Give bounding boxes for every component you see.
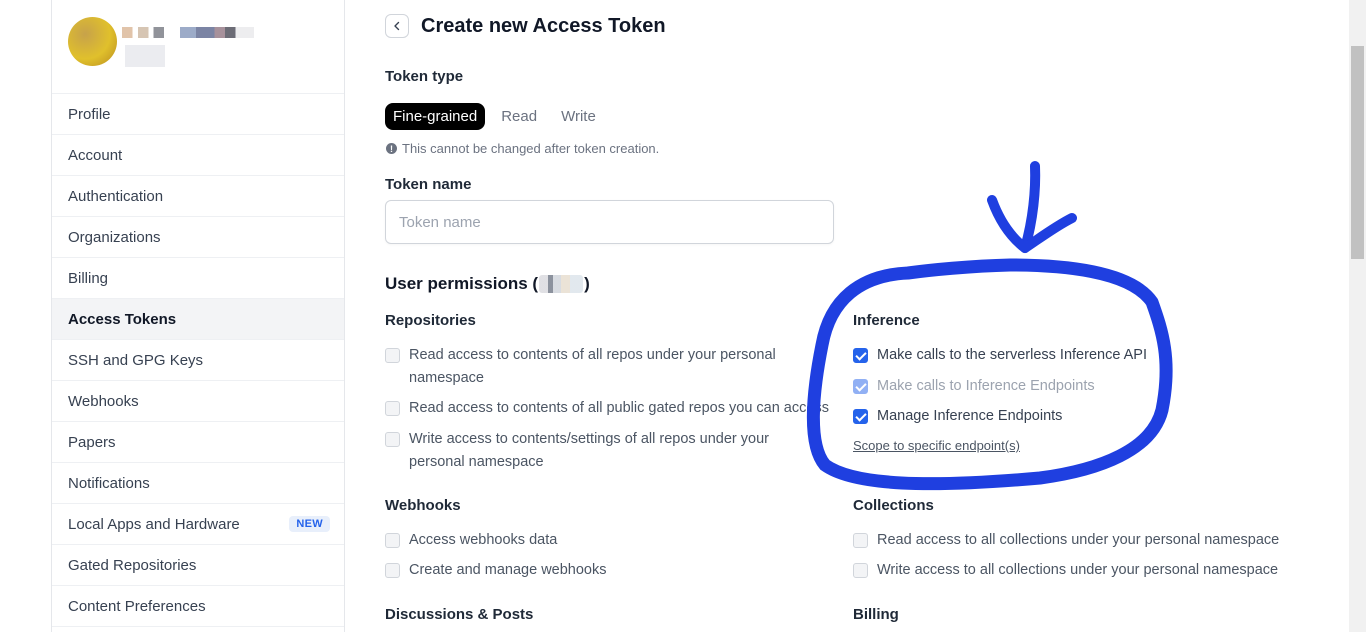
checkbox-label: Create and manage webhooks	[409, 562, 607, 578]
sidebar-item-label: Webhooks	[68, 392, 139, 410]
sidebar-item-label: SSH and GPG Keys	[68, 351, 204, 369]
perm-repo-gated-read: Read access to contents of all public ga…	[385, 397, 829, 420]
sidebar-item-account[interactable]: Account	[52, 135, 344, 176]
sidebar-item-local-apps[interactable]: Local Apps and Hardware NEW	[52, 504, 344, 545]
perm-webhooks-manage: Create and manage webhooks	[385, 559, 607, 582]
sidebar-item-billing[interactable]: Billing	[52, 258, 344, 299]
checkbox-label: Read access to contents of all repos und…	[409, 347, 776, 386]
sidebar-item-label: Gated Repositories	[68, 556, 197, 574]
webhooks-title: Webhooks	[385, 497, 461, 514]
checkbox-label: Make calls to the serverless Inference A…	[877, 347, 1147, 363]
scope-endpoints-link[interactable]: Scope to specific endpoint(s)	[853, 438, 1020, 453]
checkbox[interactable]	[853, 533, 868, 548]
tab-write[interactable]: Write	[553, 103, 604, 130]
perm-inference-serverless: Make calls to the serverless Inference A…	[853, 344, 1147, 367]
discussions-title: Discussions & Posts	[385, 606, 534, 623]
sidebar-item-label: Authentication	[68, 187, 164, 205]
sidebar-item-gated-repositories[interactable]: Gated Repositories	[52, 545, 344, 586]
avatar[interactable]	[68, 17, 117, 66]
sidebar-item-label: Access Tokens	[68, 310, 177, 328]
sidebar-item-label: Content Preferences	[68, 597, 206, 615]
checkbox[interactable]	[385, 533, 400, 548]
sidebar-item-label: Account	[68, 146, 123, 164]
checkbox[interactable]	[853, 409, 868, 424]
billing-title: Billing	[853, 606, 899, 623]
perm-collections-write: Write access to all collections under yo…	[853, 559, 1278, 582]
checkbox-label: Read access to all collections under you…	[877, 532, 1280, 548]
scrollbar-thumb[interactable]	[1351, 46, 1364, 259]
sidebar-item-label: Billing	[68, 269, 109, 287]
info-icon: !	[386, 143, 397, 154]
perm-inference-endpoints-manage: Manage Inference Endpoints	[853, 405, 1062, 428]
blurred-user-handle	[125, 45, 165, 67]
user-permissions-title: User permissions ( )	[385, 274, 590, 294]
sidebar-item-access-tokens[interactable]: Access Tokens	[52, 299, 344, 340]
sidebar-item-papers[interactable]: Papers	[52, 422, 344, 463]
checkbox-label: Access webhooks data	[409, 532, 558, 548]
checkbox[interactable]	[853, 348, 868, 363]
back-button[interactable]	[385, 14, 409, 38]
permissions-title-suffix: )	[584, 274, 590, 293]
blurred-username	[122, 27, 254, 38]
checkbox[interactable]	[385, 401, 400, 416]
sidebar-item-authentication[interactable]: Authentication	[52, 176, 344, 217]
sidebar-item-label: Local Apps and Hardware	[68, 515, 240, 533]
checkbox-label: Make calls to Inference Endpoints	[877, 378, 1095, 394]
new-badge: NEW	[289, 516, 330, 532]
checkbox-label: Write access to all collections under yo…	[877, 562, 1279, 578]
checkbox[interactable]	[853, 563, 868, 578]
sidebar-item-label: Profile	[68, 105, 111, 123]
perm-repo-read: Read access to contents of all repos und…	[385, 344, 815, 389]
token-name-input[interactable]	[385, 200, 834, 244]
perm-webhooks-access: Access webhooks data	[385, 529, 557, 552]
repositories-title: Repositories	[385, 312, 476, 329]
checkbox[interactable]	[385, 432, 400, 447]
page-scrollbar[interactable]	[1349, 0, 1366, 632]
permissions-title-prefix: User permissions (	[385, 274, 539, 293]
perm-collections-read: Read access to all collections under you…	[853, 529, 1279, 552]
sidebar-item-profile[interactable]: Profile	[52, 94, 344, 135]
token-type-hint: ! This cannot be changed after token cre…	[386, 141, 659, 156]
token-type-tabs: Fine-grained Read Write	[385, 103, 612, 130]
sidebar-item-organizations[interactable]: Organizations	[52, 217, 344, 258]
checkbox[interactable]	[385, 563, 400, 578]
checkbox-label: Manage Inference Endpoints	[877, 408, 1063, 424]
token-name-label: Token name	[385, 176, 472, 193]
blurred-username	[539, 275, 584, 293]
tab-read[interactable]: Read	[493, 103, 545, 130]
perm-inference-endpoints-call: Make calls to Inference Endpoints	[853, 375, 1095, 398]
checkbox[interactable]	[385, 348, 400, 363]
sidebar-item-ssh-gpg-keys[interactable]: SSH and GPG Keys	[52, 340, 344, 381]
sidebar-item-label: Papers	[68, 433, 116, 451]
token-type-label: Token type	[385, 68, 464, 85]
settings-sidebar: Profile Account Authentication Organizat…	[51, 0, 345, 632]
checkbox	[853, 379, 868, 394]
main-content: Create new Access Token Token type Fine-…	[385, 0, 1335, 632]
sidebar-item-label: Organizations	[68, 228, 161, 246]
tab-fine-grained[interactable]: Fine-grained	[385, 103, 486, 130]
sidebar-item-notifications[interactable]: Notifications	[52, 463, 344, 504]
sidebar-item-content-preferences[interactable]: Content Preferences	[52, 586, 344, 627]
checkbox-label: Read access to contents of all public ga…	[409, 400, 829, 416]
inference-title: Inference	[853, 312, 920, 329]
sidebar-item-label: Notifications	[68, 474, 150, 492]
profile-header	[52, 0, 344, 94]
sidebar-item-webhooks[interactable]: Webhooks	[52, 381, 344, 422]
hint-text: This cannot be changed after token creat…	[402, 141, 660, 156]
checkbox-label: Write access to contents/settings of all…	[409, 431, 769, 470]
perm-repo-write: Write access to contents/settings of all…	[385, 428, 815, 473]
page-title: Create new Access Token	[421, 15, 666, 37]
chevron-left-icon	[394, 21, 400, 31]
collections-title: Collections	[853, 497, 934, 514]
